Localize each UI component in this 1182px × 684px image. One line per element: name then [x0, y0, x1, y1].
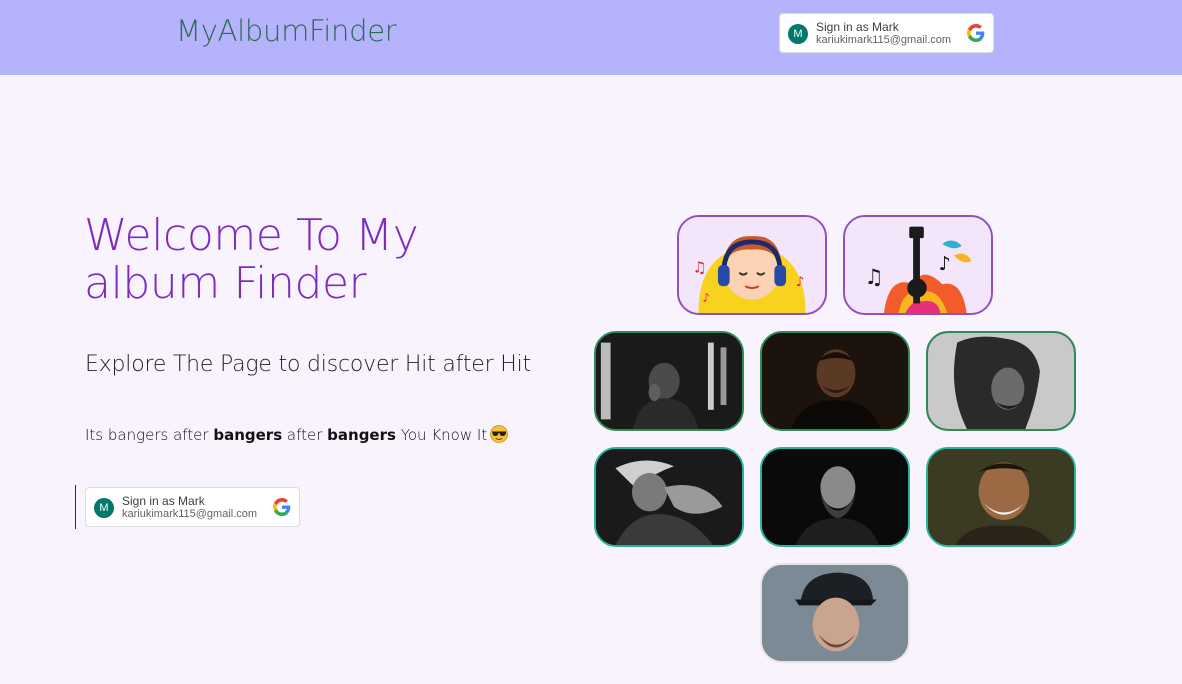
hero-subtitle: Explore The Page to discover Hit after H…: [85, 352, 531, 377]
tagline-bold: bangers: [213, 426, 283, 444]
artist-photo-icon: [762, 565, 908, 661]
artist-photo-icon: [762, 333, 908, 429]
tagline-bold: bangers: [327, 426, 396, 444]
artist-photo-7[interactable]: [760, 563, 910, 663]
artist-photo-icon: [596, 333, 742, 429]
tagline-text: Its bangers after: [85, 426, 214, 444]
svg-text:♫: ♫: [864, 265, 883, 290]
google-signin-button-hero[interactable]: M Sign in as Mark kariukimark115@gmail.c…: [85, 487, 300, 527]
top-navbar: MyAlbumFinder M Sign in as Mark kariukim…: [0, 0, 1182, 75]
artist-photo-icon: [928, 449, 1074, 545]
divider-line: [75, 485, 76, 529]
svg-text:♫: ♫: [693, 259, 707, 277]
tagline-text: You Know It: [395, 426, 488, 444]
guitar-icon: ♫ ♪: [845, 217, 991, 313]
site-logo[interactable]: MyAlbumFinder: [176, 14, 397, 48]
hero-title: Welcome To My album Finder: [84, 210, 419, 309]
signin-email: kariukimark115@gmail.com: [816, 34, 952, 46]
headphones-boy-icon: ♫ ♪ ♪: [679, 217, 825, 313]
svg-text:♪: ♪: [796, 274, 805, 290]
artist-photo-2[interactable]: [760, 331, 910, 431]
google-logo-icon: [273, 498, 291, 516]
artist-photo-1[interactable]: [594, 331, 744, 431]
artist-photo-4[interactable]: [594, 447, 744, 547]
tagline-text: after: [282, 426, 328, 444]
signin-label: Sign in as Mark: [122, 494, 205, 508]
artist-photo-icon: [596, 449, 742, 545]
signin-label: Sign in as Mark: [816, 20, 899, 34]
svg-text:♪: ♪: [938, 252, 950, 275]
google-logo-icon: [967, 24, 985, 42]
user-avatar: M: [788, 24, 808, 44]
user-avatar: M: [94, 498, 114, 518]
artist-photo-icon: [762, 449, 908, 545]
boy-headphones-illustration[interactable]: ♫ ♪ ♪: [677, 215, 827, 315]
hero-tagline: Its bangers after bangers after bangers …: [85, 425, 509, 444]
google-signin-button-header[interactable]: M Sign in as Mark kariukimark115@gmail.c…: [779, 13, 994, 53]
svg-text:♪: ♪: [702, 291, 709, 305]
guitar-music-illustration[interactable]: ♫ ♪: [843, 215, 993, 315]
sunglasses-emoji-icon: [490, 425, 509, 443]
artist-photo-3[interactable]: [926, 331, 1076, 431]
artist-photo-5[interactable]: [760, 447, 910, 547]
artist-photo-icon: [928, 333, 1074, 429]
signin-email: kariukimark115@gmail.com: [122, 508, 258, 520]
artist-photo-6[interactable]: [926, 447, 1076, 547]
